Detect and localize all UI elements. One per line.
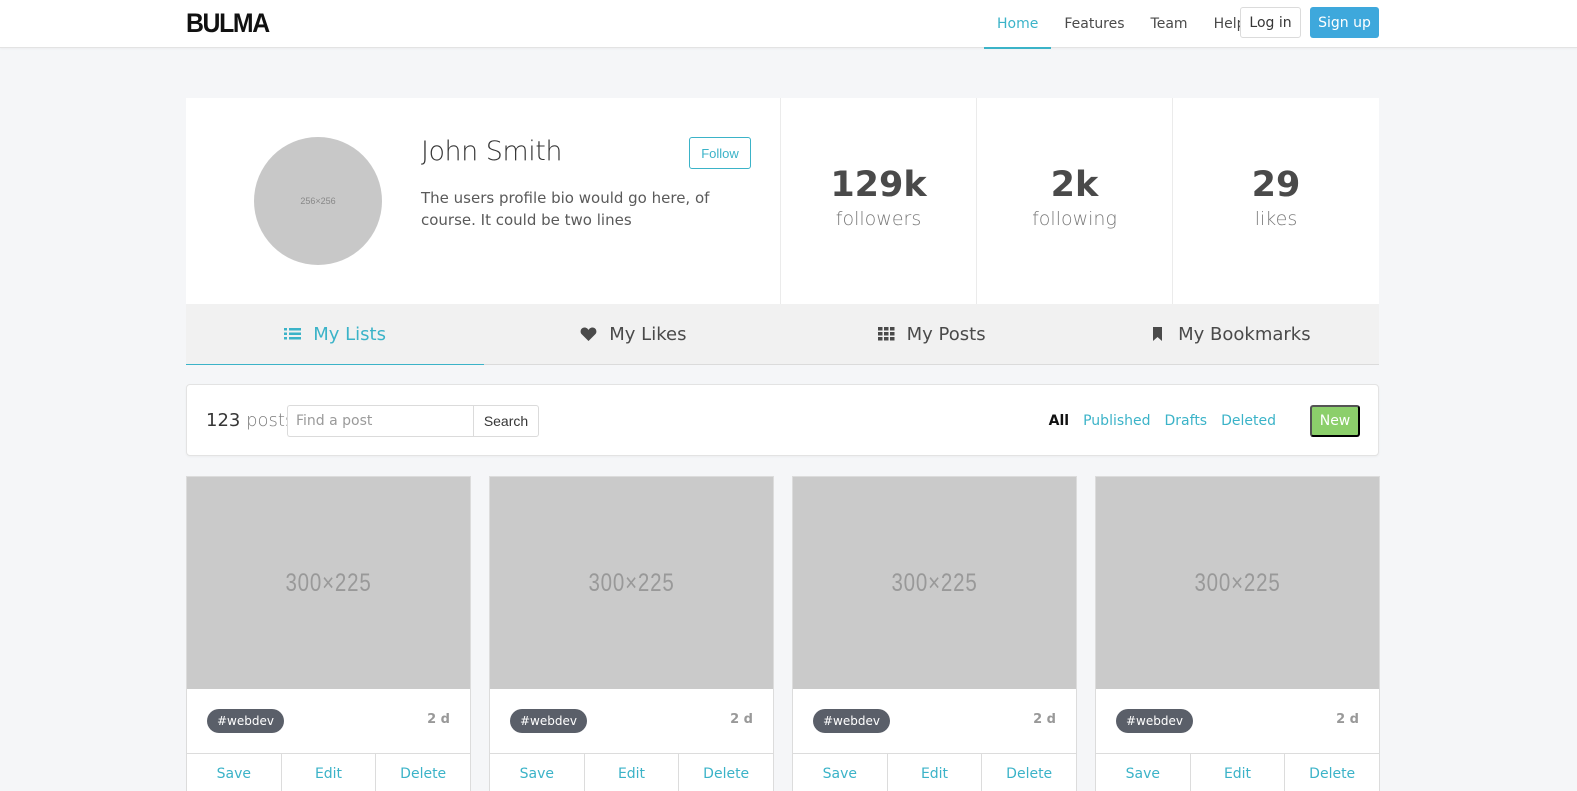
post-age: 2 d	[730, 712, 753, 727]
post-filters: All Published Drafts Deleted	[1049, 413, 1276, 429]
post-card: 300×225 #webdev 2 d Save Edit Delete	[792, 476, 1077, 791]
tab-label: My Lists	[313, 323, 386, 345]
new-post-button[interactable]: New	[1310, 405, 1360, 437]
signup-button[interactable]: Sign up	[1310, 7, 1379, 38]
stat-label: likes	[1254, 208, 1298, 230]
profile-panel: 256×256 John Smith Follow The users prof…	[186, 98, 1379, 304]
post-image[interactable]: 300×225	[1096, 477, 1379, 689]
stat-value: 129k	[830, 165, 927, 205]
profile-bio: The users profile bio would go here, of …	[421, 189, 710, 229]
heart-icon	[580, 327, 597, 341]
post-card: 300×225 #webdev 2 d Save Edit Delete	[186, 476, 471, 791]
tab-label: My Bookmarks	[1178, 323, 1311, 345]
nav-home[interactable]: Home	[984, 0, 1052, 49]
post-count-number: 123	[206, 410, 241, 431]
post-image[interactable]: 300×225	[490, 477, 773, 689]
save-button[interactable]: Save	[490, 754, 585, 791]
card-body: #webdev 2 d	[490, 689, 773, 753]
stat-followers[interactable]: 129k followers	[781, 98, 977, 304]
grid-icon	[877, 327, 895, 341]
filter-all[interactable]: All	[1049, 413, 1069, 429]
card-footer: Save Edit Delete	[793, 753, 1076, 791]
stat-value: 29	[1251, 165, 1301, 205]
card-body: #webdev 2 d	[1096, 689, 1379, 753]
card-footer: Save Edit Delete	[1096, 753, 1379, 791]
image-placeholder-label: 300×225	[891, 568, 978, 597]
stat-label: following	[1032, 208, 1117, 230]
edit-button[interactable]: Edit	[282, 754, 377, 791]
filter-drafts[interactable]: Drafts	[1165, 413, 1208, 429]
post-age: 2 d	[427, 712, 450, 727]
nav-features[interactable]: Features	[1051, 0, 1137, 48]
image-placeholder-label: 300×225	[1194, 568, 1281, 597]
delete-button[interactable]: Delete	[376, 754, 470, 791]
tab-my-posts[interactable]: My Posts	[783, 304, 1081, 364]
card-body: #webdev 2 d	[187, 689, 470, 753]
bulma-logo[interactable]: BULMA	[186, 8, 270, 39]
tag-badge[interactable]: #webdev	[510, 709, 587, 733]
post-age: 2 d	[1033, 712, 1056, 727]
edit-button[interactable]: Edit	[585, 754, 680, 791]
tab-my-lists[interactable]: My Lists	[186, 304, 485, 365]
bookmark-icon	[1153, 327, 1163, 341]
posts-toolbar: 123 posts Search All Published Drafts De…	[186, 384, 1379, 456]
login-button[interactable]: Log in	[1240, 7, 1301, 38]
tag-badge[interactable]: #webdev	[207, 709, 284, 733]
follow-button[interactable]: Follow	[689, 137, 751, 169]
tab-label: My Likes	[609, 323, 687, 345]
post-image[interactable]: 300×225	[187, 477, 470, 689]
edit-button[interactable]: Edit	[1191, 754, 1286, 791]
post-image[interactable]: 300×225	[793, 477, 1076, 689]
search-input[interactable]	[287, 405, 474, 437]
list-icon	[284, 328, 302, 340]
save-button[interactable]: Save	[793, 754, 888, 791]
delete-button[interactable]: Delete	[1285, 754, 1379, 791]
tag-badge[interactable]: #webdev	[1116, 709, 1193, 733]
card-footer: Save Edit Delete	[187, 753, 470, 791]
post-card: 300×225 #webdev 2 d Save Edit Delete	[489, 476, 774, 791]
image-placeholder-label: 300×225	[588, 568, 675, 597]
post-card: 300×225 #webdev 2 d Save Edit Delete	[1095, 476, 1380, 791]
card-body: #webdev 2 d	[793, 689, 1076, 753]
post-count: 123 posts	[206, 410, 294, 431]
post-age: 2 d	[1336, 712, 1359, 727]
tag-badge[interactable]: #webdev	[813, 709, 890, 733]
filter-deleted[interactable]: Deleted	[1221, 413, 1276, 429]
stat-label: followers	[835, 208, 922, 230]
tab-my-likes[interactable]: My Likes	[484, 304, 782, 364]
top-navbar: BULMA Home Features Team Help Log in Sig…	[0, 0, 1577, 49]
profile-tabs: My Lists My Likes My Posts My Bookmarks	[186, 304, 1379, 365]
image-placeholder-label: 300×225	[285, 568, 372, 597]
card-footer: Save Edit Delete	[490, 753, 773, 791]
filter-published[interactable]: Published	[1083, 413, 1150, 429]
nav-links: Home Features Team Help	[984, 0, 1258, 49]
avatar: 256×256	[254, 137, 382, 265]
profile-main: 256×256 John Smith Follow The users prof…	[186, 98, 781, 304]
delete-button[interactable]: Delete	[679, 754, 773, 791]
save-button[interactable]: Save	[187, 754, 282, 791]
tab-label: My Posts	[906, 323, 986, 345]
stat-following[interactable]: 2k following	[977, 98, 1173, 304]
delete-button[interactable]: Delete	[982, 754, 1076, 791]
tab-my-bookmarks[interactable]: My Bookmarks	[1081, 304, 1379, 364]
stat-likes[interactable]: 29 likes	[1173, 98, 1379, 304]
save-button[interactable]: Save	[1096, 754, 1191, 791]
search-button[interactable]: Search	[473, 405, 539, 437]
stat-value: 2k	[1050, 165, 1099, 205]
profile-name: John Smith	[421, 136, 562, 167]
nav-team[interactable]: Team	[1138, 0, 1201, 48]
edit-button[interactable]: Edit	[888, 754, 983, 791]
